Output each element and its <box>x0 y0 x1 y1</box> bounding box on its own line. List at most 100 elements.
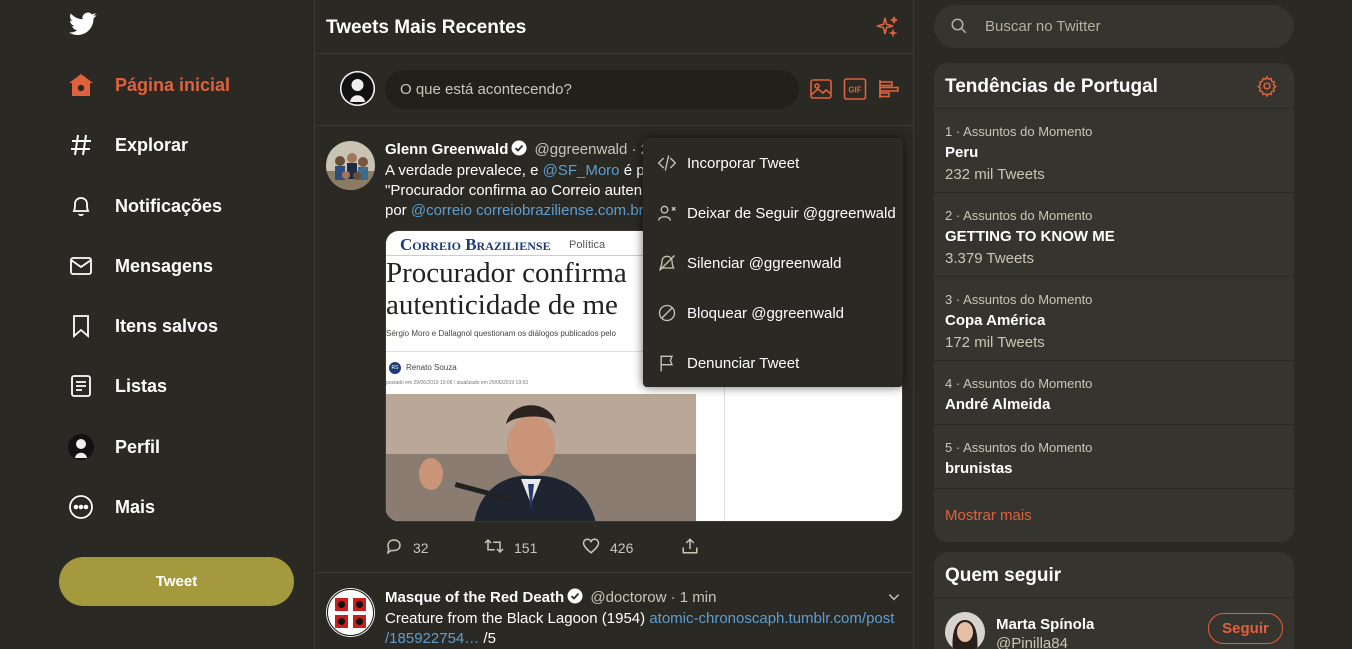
nav-item-more[interactable]: Mais <box>59 485 299 529</box>
timeline-header: Tweets Mais Recentes <box>315 0 913 54</box>
compose-input[interactable]: O que está acontecendo? <box>385 70 799 109</box>
retweet-count: 151 <box>514 539 538 556</box>
trend-meta: 2 · Assuntos do Momento <box>945 208 1093 223</box>
trend-item[interactable]: 3 · Assuntos do Momento Copa América 172… <box>934 277 1294 361</box>
list-icon <box>68 373 94 399</box>
more-circle-icon <box>68 494 94 520</box>
reply-button[interactable]: 32 <box>385 537 429 558</box>
url-link[interactable]: /185922754… <box>385 630 479 647</box>
tweet-text: A verdade prevalece, e <box>385 162 543 179</box>
envelope-icon <box>68 253 94 279</box>
tweet-actions: 32 151 426 <box>385 537 705 559</box>
unfollow-icon <box>657 203 677 223</box>
tweet-text-line: "Procurador confirma ao Correio auten <box>385 181 645 201</box>
image-icon[interactable] <box>809 77 835 101</box>
tweet-text: "Procurador confirma ao Correio auten <box>385 182 643 199</box>
avatar[interactable] <box>326 141 375 190</box>
search-placeholder: Buscar no Twitter <box>985 18 1101 35</box>
like-count: 426 <box>610 539 634 556</box>
tweet-item[interactable]: Masque of the Red Death @doctorow · 1 mi… <box>315 573 913 649</box>
tweet-text-line: Creature from the Black Lagoon (1954) at… <box>385 609 910 629</box>
trend-count: 3.379 Tweets <box>945 250 1034 267</box>
tweet-button[interactable]: Tweet <box>59 557 294 606</box>
profile-avatar-icon <box>68 434 94 460</box>
bookmark-icon <box>68 313 94 339</box>
nav-item-lists[interactable]: Listas <box>59 364 299 408</box>
mention-link[interactable]: @SF_Moro <box>543 162 620 179</box>
like-button[interactable]: 426 <box>582 537 633 558</box>
search-input[interactable]: Buscar no Twitter <box>934 5 1294 48</box>
author-handle[interactable]: @ggreenwald <box>535 141 628 158</box>
trend-item[interactable]: 1 · Assuntos do Momento Peru 232 mil Twe… <box>934 109 1294 193</box>
nav-item-bookmarks[interactable]: Itens salvos <box>59 304 299 348</box>
media-standfirst: Sérgio Moro e Dallagnol questionam os di… <box>386 329 616 338</box>
nav-item-notifications[interactable]: Notificações <box>59 184 299 228</box>
avatar[interactable] <box>326 588 375 637</box>
gif-label: GIF <box>848 86 861 95</box>
search-icon <box>950 17 968 40</box>
menu-item-unfollow[interactable]: Deixar de Seguir @ggreenwald <box>643 188 903 238</box>
show-more-link[interactable]: Mostrar mais <box>945 507 1032 524</box>
trend-meta: 1 · Assuntos do Momento <box>945 124 1093 139</box>
gear-icon[interactable] <box>1256 75 1278 102</box>
twitter-bird-icon[interactable] <box>68 12 97 38</box>
follow-button[interactable]: Seguir <box>1208 613 1283 644</box>
media-section: Política <box>569 239 606 251</box>
code-icon <box>657 153 677 173</box>
menu-item-report[interactable]: Denunciar Tweet <box>643 338 903 388</box>
nav-label: Perfil <box>115 436 161 457</box>
sidebar-nav: Página inicial Explorar Notificações Men… <box>59 0 314 649</box>
who-to-follow-title: Quem seguir <box>945 565 1062 586</box>
suggested-user-name[interactable]: Marta Spínola <box>996 616 1094 633</box>
author-name[interactable]: Masque of the Red Death <box>385 589 564 606</box>
nav-item-profile[interactable]: Perfil <box>59 425 299 469</box>
menu-item-label: Incorporar Tweet <box>687 154 800 172</box>
trend-item[interactable]: 2 · Assuntos do Momento GETTING TO KNOW … <box>934 193 1294 277</box>
home-icon <box>68 72 94 98</box>
nav-label: Notificações <box>115 195 223 216</box>
media-author: Renato Souza <box>406 363 457 372</box>
trends-title: Tendências de Portugal <box>945 76 1158 97</box>
nav-item-home[interactable]: Página inicial <box>59 63 299 107</box>
menu-item-embed[interactable]: Incorporar Tweet <box>643 138 903 188</box>
avatar[interactable] <box>945 612 985 649</box>
url-link[interactable]: atomic-chronoscaph.tumblr.com/post <box>649 610 894 627</box>
menu-item-mute[interactable]: Silenciar @ggreenwald <box>643 238 903 288</box>
nav-label: Itens salvos <box>115 315 219 336</box>
tweet-header: Masque of the Red Death @doctorow · 1 mi… <box>385 588 716 608</box>
author-name[interactable]: Glenn Greenwald <box>385 141 508 158</box>
menu-item-label: Denunciar Tweet <box>687 354 800 372</box>
tweet-composer: O que está acontecendo? GIF <box>315 54 913 126</box>
tweet-text: por <box>385 202 411 219</box>
trend-meta: 5 · Assuntos do Momento <box>945 440 1093 455</box>
gif-icon[interactable]: GIF <box>843 77 869 101</box>
trend-item[interactable]: 4 · Assuntos do Momento André Almeida <box>934 361 1294 425</box>
author-handle[interactable]: @doctorow <box>590 589 666 606</box>
tweet-text: Creature from the Black Lagoon (1954) <box>385 610 650 627</box>
nav-item-messages[interactable]: Mensagens <box>59 244 299 288</box>
tweet-text-line: por @correio correiobraziliense.com.br <box>385 201 645 221</box>
nav-label: Mais <box>115 496 156 517</box>
menu-item-block[interactable]: Bloquear @ggreenwald <box>643 288 903 338</box>
suggested-user-handle[interactable]: @Pinilla84 <box>996 635 1068 649</box>
trend-name: Peru <box>945 144 979 161</box>
tweet-time[interactable]: · 1 min <box>671 589 717 606</box>
trend-name: brunistas <box>945 460 1013 477</box>
nav-item-explore[interactable]: Explorar <box>59 123 299 167</box>
menu-item-label: Silenciar @ggreenwald <box>687 254 842 272</box>
chevron-down-icon[interactable] <box>887 590 901 609</box>
trend-item[interactable]: 5 · Assuntos do Momento brunistas <box>934 425 1294 489</box>
media-headline: Procurador confirma <box>386 257 627 289</box>
poll-icon[interactable] <box>877 77 903 101</box>
sparkle-icon[interactable] <box>875 15 899 44</box>
url-link[interactable]: correiobraziliense.com.br <box>476 202 644 219</box>
share-button[interactable] <box>681 537 699 558</box>
nav-label: Listas <box>115 375 168 396</box>
retweet-icon <box>484 537 504 558</box>
mention-link[interactable]: @correio <box>411 202 472 219</box>
heart-icon <box>582 537 600 558</box>
tweet-text-line: A verdade prevalece, e @SF_Moro é pe <box>385 161 645 181</box>
retweet-button[interactable]: 151 <box>484 537 537 558</box>
avatar[interactable] <box>340 71 375 106</box>
tweet-options-menu: Incorporar Tweet Deixar de Seguir @ggree… <box>643 138 903 387</box>
